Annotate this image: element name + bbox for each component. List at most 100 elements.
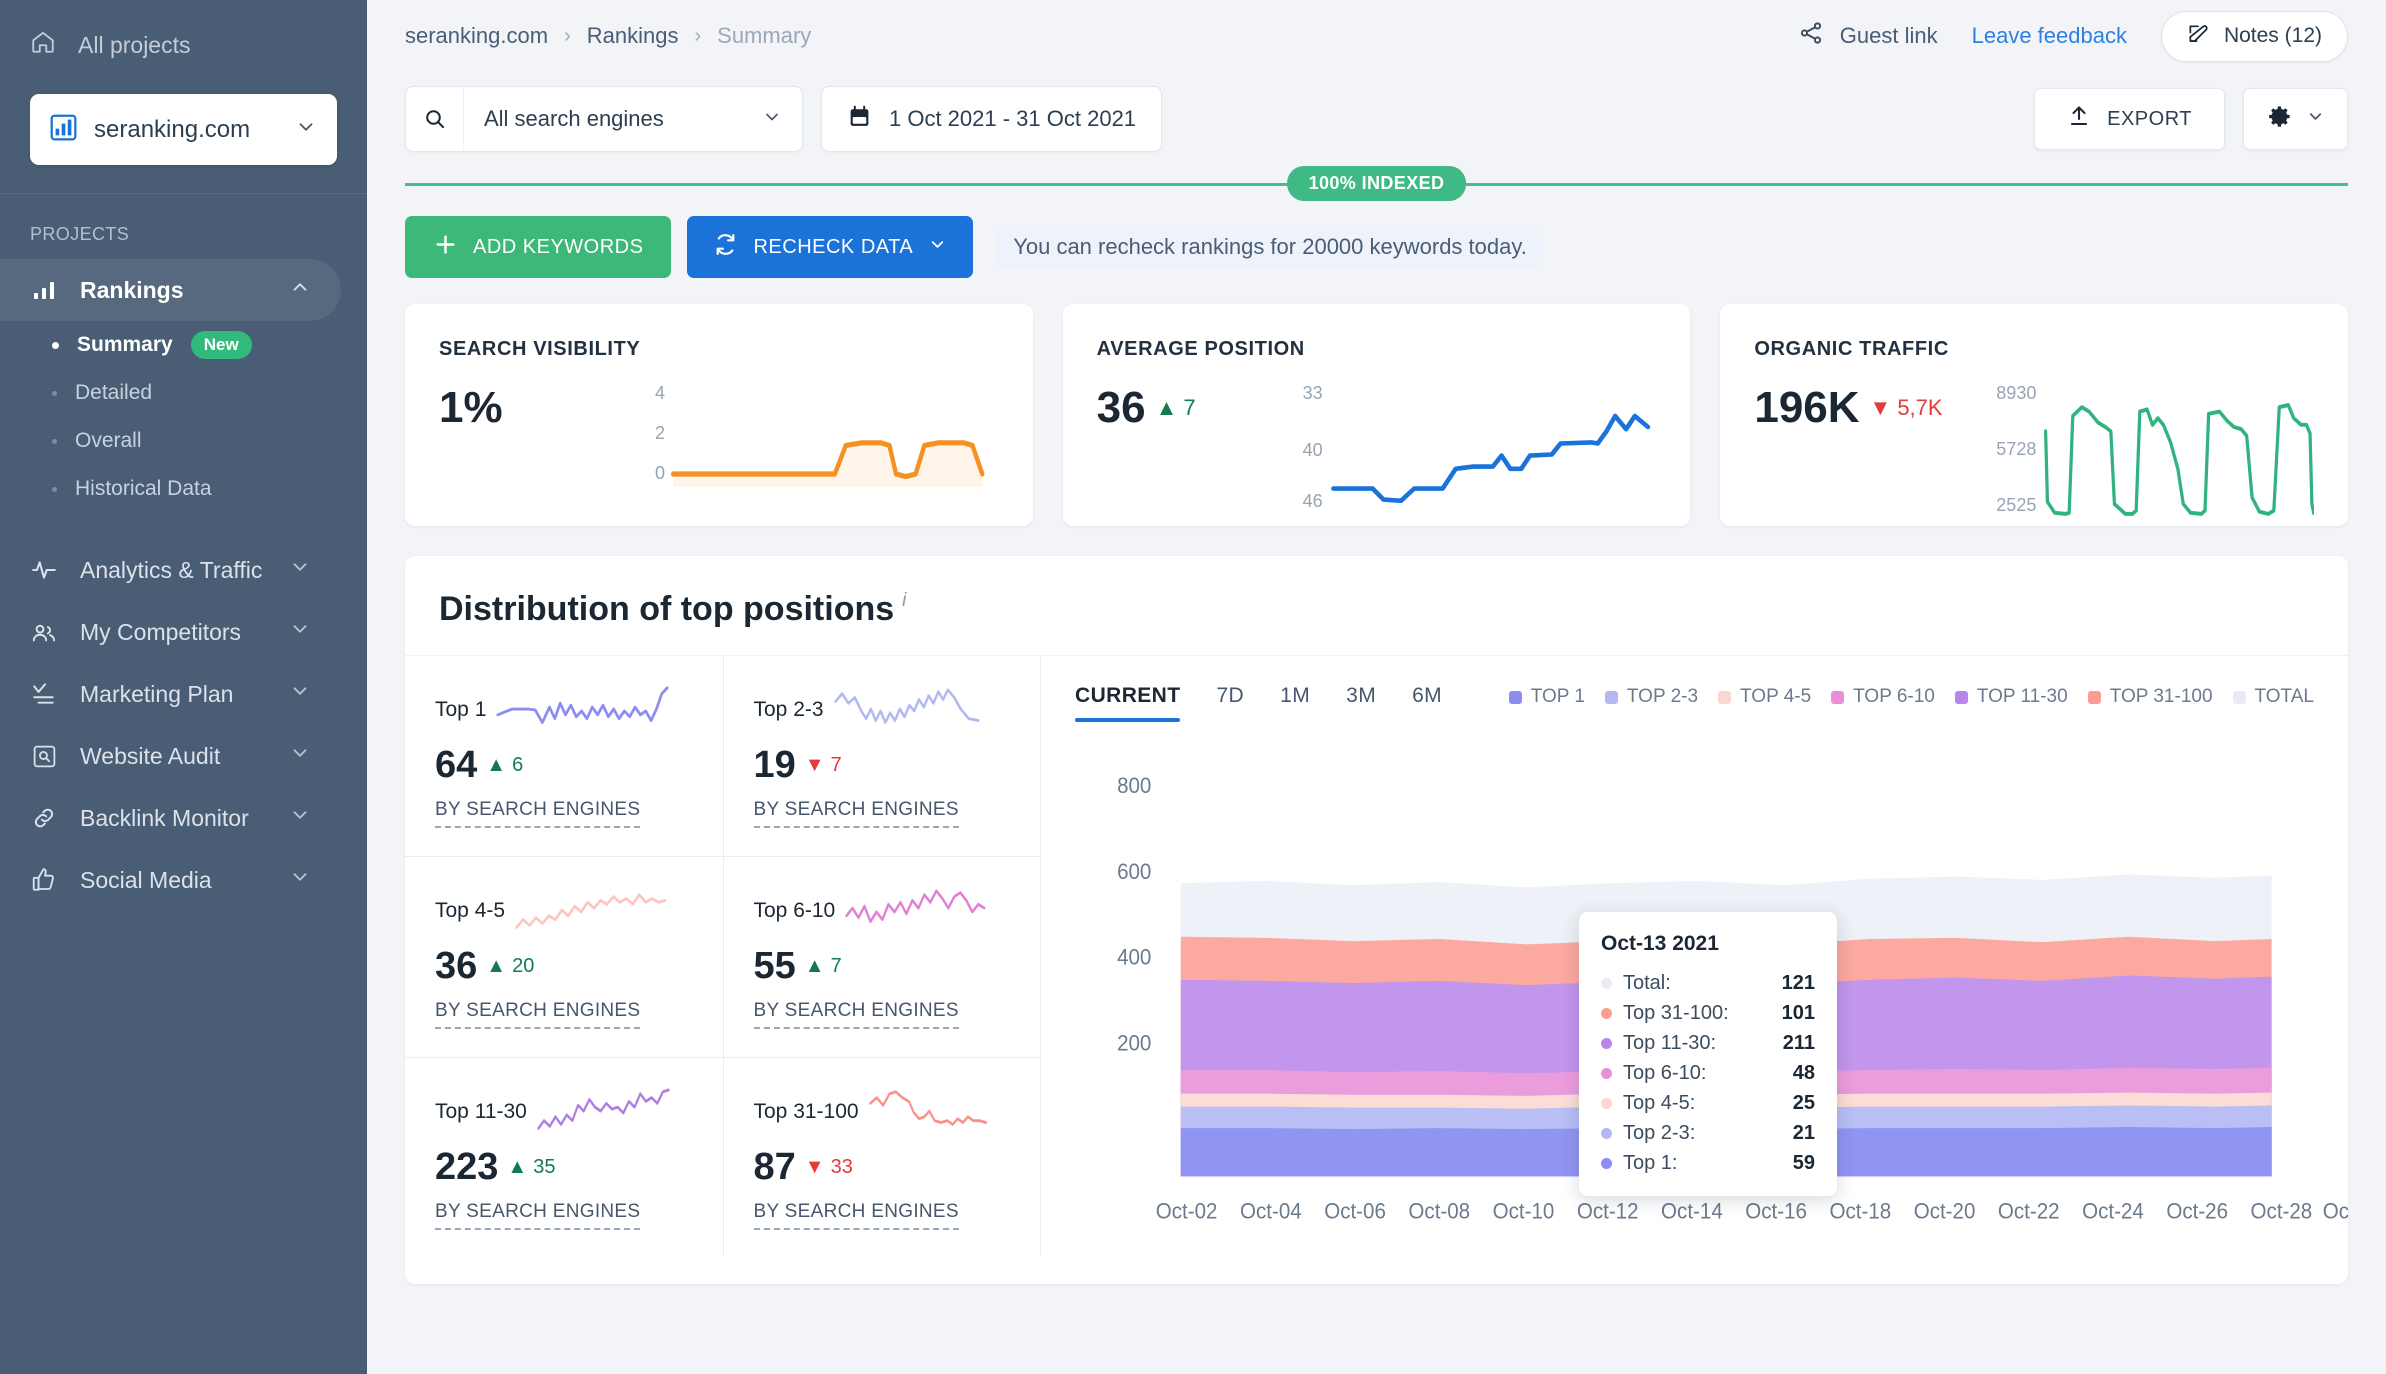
legend-item-total[interactable]: TOTAL (2232, 686, 2314, 708)
kpi-value: 36 (1096, 383, 1146, 432)
info-icon[interactable]: i (902, 590, 906, 612)
cell-value: 223 (435, 1145, 499, 1188)
legend-item-top-11-30[interactable]: TOP 11-30 (1954, 686, 2068, 708)
sidebar-item-overall[interactable]: Overall (0, 417, 367, 465)
add-keywords-button[interactable]: ADD KEYWORDS (405, 216, 672, 278)
distribution-cell-top-11-30: Top 11-30 223 ▲ 35 BY SEARCH ENGINES (405, 1056, 723, 1257)
legend-item-top-1[interactable]: TOP 1 (1508, 686, 1585, 708)
tab-7d[interactable]: 7D (1216, 684, 1262, 722)
legend-item-top-4-5[interactable]: TOP 4-5 (1718, 686, 1811, 708)
project-selector[interactable]: seranking.com (30, 94, 337, 165)
search-engines-select[interactable]: All search engines (405, 86, 803, 152)
legend-swatch (1954, 690, 1968, 704)
tooltip-row-top-1: Top 1: 59 (1601, 1148, 1815, 1178)
settings-button[interactable] (2243, 88, 2348, 150)
kpi-sparkline-average-position (1329, 383, 1657, 526)
search-icon (406, 87, 464, 151)
sidebar-item-website-audit[interactable]: Website Audit (0, 725, 341, 787)
sidebar-item-detailed[interactable]: Detailed (0, 369, 367, 417)
kpi-axis-tick: 2 (654, 423, 665, 443)
series-dot (1601, 1037, 1612, 1049)
sidebar-item-summary[interactable]: Summary New (0, 321, 367, 369)
notes-button[interactable]: Notes (12) (2160, 10, 2348, 62)
kpi-chart: 33 40 46 (1267, 383, 1657, 526)
people-icon (30, 619, 58, 646)
breadcrumb-section[interactable]: Rankings (587, 23, 679, 49)
triangle-up-icon: ▲ (804, 955, 825, 978)
tooltip-value: 25 (1792, 1091, 1815, 1114)
series-dot (1601, 1007, 1612, 1019)
by-search-engines-link[interactable]: BY SEARCH ENGINES (435, 799, 641, 828)
legend-label: TOP 6-10 (1853, 686, 1935, 707)
triangle-up-icon: ▲ (486, 754, 507, 776)
recheck-data-button[interactable]: RECHECK DATA (687, 216, 974, 278)
x-tick: Oct-18 (1829, 1197, 1891, 1223)
kpi-chart: 4 2 0 (609, 383, 999, 526)
y-tick-400: 400 (1117, 944, 1151, 970)
distribution-cell-top-1: Top 1 64 ▲ 6 BY SEARCH ENGINES (405, 656, 723, 856)
by-search-engines-link[interactable]: BY SEARCH ENGINES (435, 1201, 641, 1230)
sidebar-item-my-competitors[interactable]: My Competitors (0, 601, 341, 663)
by-search-engines-link[interactable]: BY SEARCH ENGINES (753, 1201, 959, 1230)
tooltip-label: Total: (1623, 971, 1671, 994)
guest-link-button[interactable]: Guest link (1798, 20, 1938, 52)
triangle-up-icon: ▲ (507, 1155, 528, 1178)
notes-label: Notes (12) (2223, 24, 2322, 47)
refresh-icon (713, 232, 738, 263)
tooltip-value: 21 (1792, 1121, 1815, 1144)
distribution-chart: CURRENT 7D 1M 3M 6M TOP 1 TOP 2-3 TOP 4-… (1041, 656, 2348, 1257)
legend-item-top-31-100[interactable]: TOP 31-100 (2087, 686, 2213, 708)
legend-item-top-6-10[interactable]: TOP 6-10 (1831, 686, 1935, 708)
cell-head: Top 4-5 (435, 887, 693, 935)
sidebar-item-backlink-monitor[interactable]: Backlink Monitor (0, 787, 341, 849)
sidebar-item-marketing-plan[interactable]: Marketing Plan (0, 663, 341, 725)
sidebar: All projects seranking.com PROJECTS Rank… (0, 0, 367, 1374)
chevron-down-icon (289, 680, 311, 708)
tooltip-row-top-11-30: Top 11-30: 211 (1601, 1028, 1815, 1058)
sidebar-item-historical-data[interactable]: Historical Data (0, 465, 367, 513)
recheck-data-label: RECHECK DATA (753, 235, 914, 258)
breadcrumb-site[interactable]: seranking.com (405, 23, 548, 49)
tooltip-label: Top 4-5: (1623, 1091, 1696, 1114)
thumbs-up-icon (30, 867, 58, 893)
sidebar-top: All projects seranking.com (0, 0, 367, 165)
sidebar-item-rankings[interactable]: Rankings (0, 259, 341, 321)
x-tick: Oct-14 (1661, 1197, 1723, 1223)
tab-current[interactable]: CURRENT (1075, 684, 1198, 722)
header-actions: Guest link Leave feedback Notes (12) (1798, 10, 2348, 62)
legend-item-top-2-3[interactable]: TOP 2-3 (1604, 686, 1698, 708)
sidebar-item-analytics-traffic[interactable]: Analytics & Traffic (0, 539, 341, 601)
bullet-icon (52, 390, 57, 396)
chevron-down-icon (289, 556, 311, 584)
tab-1m[interactable]: 1M (1280, 684, 1328, 722)
gear-icon (2266, 103, 2293, 135)
cell-delta-value: 35 (533, 1155, 556, 1178)
cell-delta: ▲ 6 (486, 754, 523, 777)
sidebar-item-label: Social Media (80, 866, 212, 893)
leave-feedback-link[interactable]: Leave feedback (1972, 23, 2127, 49)
by-search-engines-link[interactable]: BY SEARCH ENGINES (753, 1000, 959, 1030)
tab-6m[interactable]: 6M (1412, 684, 1460, 722)
stacked-area-plot: 800 600 400 200 Oct-02 Oct-04 Oct-06 Oct… (1075, 752, 2348, 1257)
top-header: seranking.com › Rankings › Summary Guest… (367, 0, 2386, 72)
x-tick: Oct-28 (2251, 1197, 2313, 1223)
date-range-picker[interactable]: 1 Oct 2021 - 31 Oct 2021 (821, 86, 1163, 152)
sidebar-item-label: My Competitors (80, 618, 242, 645)
sidebar-item-social-media[interactable]: Social Media (0, 849, 341, 911)
tooltip-value: 59 (1792, 1151, 1815, 1174)
export-button[interactable]: EXPORT (2034, 88, 2225, 150)
x-tick: Oct-26 (2166, 1197, 2228, 1223)
guest-link-label: Guest link (1839, 23, 1938, 48)
kpi-axis-tick: 4 (654, 383, 665, 403)
kpi-left: 36 ▲ 7 (1097, 383, 1267, 526)
all-projects-link[interactable]: All projects (30, 22, 337, 68)
cell-value-row: 36 ▲ 20 (435, 945, 693, 988)
by-search-engines-link[interactable]: BY SEARCH ENGINES (435, 1000, 641, 1030)
kpi-sparkline-organic-traffic (2042, 383, 2315, 526)
bar-chart-icon (30, 278, 58, 302)
by-search-engines-link[interactable]: BY SEARCH ENGINES (753, 799, 959, 828)
legend-swatch (2232, 690, 2246, 704)
series-dot (1601, 1097, 1612, 1109)
tooltip-label: Top 31-100: (1623, 1001, 1729, 1024)
tab-3m[interactable]: 3M (1346, 684, 1394, 722)
